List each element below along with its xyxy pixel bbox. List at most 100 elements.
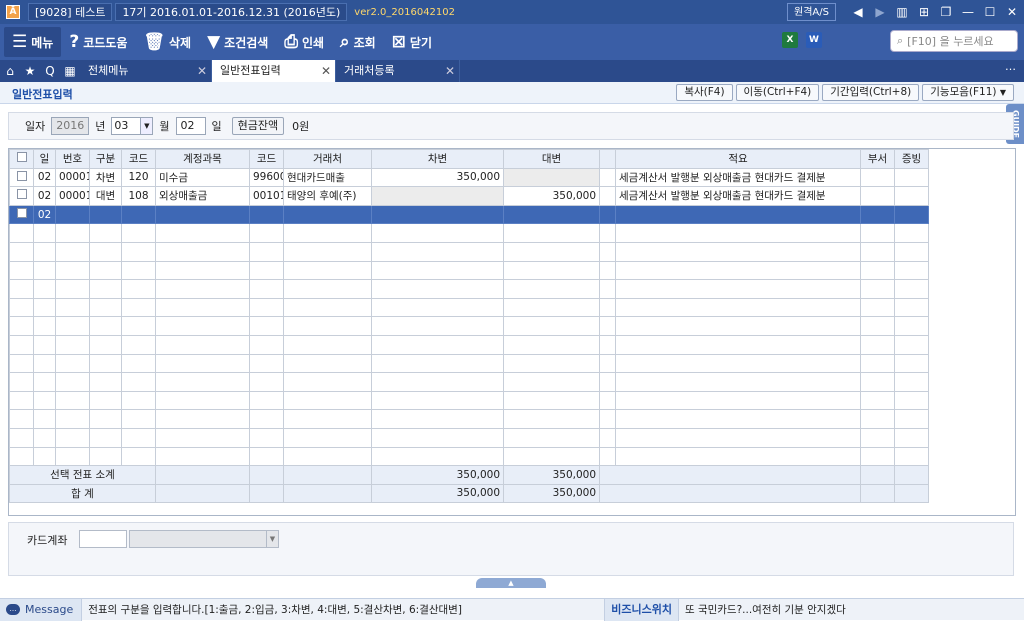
empty-cell[interactable] (860, 409, 895, 429)
window-restore-icon[interactable]: ❐ (938, 4, 954, 20)
empty-cell[interactable] (860, 372, 895, 392)
empty-cell[interactable] (503, 241, 600, 262)
empty-cell[interactable] (155, 279, 250, 299)
cell-memo[interactable] (615, 204, 861, 225)
empty-cell[interactable] (9, 353, 34, 374)
empty-cell[interactable] (503, 353, 600, 374)
empty-cell[interactable] (371, 334, 504, 355)
empty-cell[interactable] (249, 279, 284, 299)
cell-type[interactable] (89, 204, 122, 225)
table-row-empty[interactable] (9, 260, 929, 281)
empty-cell[interactable] (33, 390, 56, 411)
empty-cell[interactable] (599, 427, 616, 448)
empty-cell[interactable] (283, 334, 372, 355)
empty-cell[interactable] (249, 334, 284, 355)
empty-cell[interactable] (9, 279, 34, 299)
empty-cell[interactable] (503, 446, 600, 467)
empty-cell[interactable] (599, 446, 616, 467)
empty-cell[interactable] (894, 446, 929, 467)
empty-cell[interactable] (121, 241, 156, 262)
empty-cell[interactable] (33, 409, 56, 429)
more-tabs-icon[interactable]: … (1005, 60, 1016, 73)
empty-cell[interactable] (121, 409, 156, 429)
empty-cell[interactable] (894, 223, 929, 243)
empty-cell[interactable] (249, 353, 284, 374)
empty-cell[interactable] (55, 260, 90, 281)
q-search-icon[interactable]: Q (40, 60, 60, 82)
empty-cell[interactable] (615, 372, 861, 392)
maximize-icon[interactable]: ☐ (982, 4, 998, 20)
empty-cell[interactable] (89, 353, 122, 374)
empty-cell[interactable] (503, 409, 600, 429)
empty-cell[interactable] (860, 279, 895, 299)
tab-close-icon[interactable]: ✕ (321, 60, 331, 82)
empty-cell[interactable] (55, 223, 90, 243)
cell-code[interactable] (121, 204, 156, 225)
empty-cell[interactable] (860, 316, 895, 336)
empty-cell[interactable] (9, 241, 34, 262)
empty-cell[interactable] (155, 353, 250, 374)
empty-cell[interactable] (894, 316, 929, 336)
empty-cell[interactable] (121, 427, 156, 448)
empty-cell[interactable] (894, 372, 929, 392)
table-row-empty[interactable] (9, 372, 929, 392)
table-row-empty[interactable] (9, 316, 929, 336)
table-row-empty[interactable] (9, 409, 929, 429)
empty-cell[interactable] (9, 427, 34, 448)
empty-cell[interactable] (121, 334, 156, 355)
table-row-empty[interactable] (9, 446, 929, 467)
empty-cell[interactable] (371, 241, 504, 262)
empty-cell[interactable] (894, 334, 929, 355)
empty-cell[interactable] (155, 316, 250, 336)
empty-cell[interactable] (9, 409, 34, 429)
empty-cell[interactable] (371, 353, 504, 374)
empty-cell[interactable] (283, 241, 372, 262)
empty-cell[interactable] (615, 223, 861, 243)
empty-cell[interactable] (371, 372, 504, 392)
condition-search-button[interactable]: ▼ 조건검색 (199, 27, 276, 57)
empty-cell[interactable] (155, 241, 250, 262)
cell-evidence[interactable] (894, 167, 929, 188)
cell-dept[interactable] (860, 167, 895, 188)
card-account-code-field[interactable] (79, 530, 127, 548)
empty-cell[interactable] (155, 260, 250, 281)
business-ticker[interactable]: 또 국민카드?...여전히 기분 안지겠다 (679, 602, 846, 617)
empty-cell[interactable] (599, 390, 616, 411)
empty-cell[interactable] (503, 279, 600, 299)
table-row-empty[interactable] (9, 297, 929, 318)
empty-cell[interactable] (371, 223, 504, 243)
forward-arrow-icon[interactable]: ▶ (872, 4, 888, 20)
month-select[interactable]: 03 ▼ (111, 117, 154, 135)
empty-cell[interactable] (121, 279, 156, 299)
empty-cell[interactable] (599, 260, 616, 281)
cell-dept[interactable] (860, 186, 895, 206)
tab-all-menu[interactable]: 전체메뉴 ✕ (80, 60, 212, 82)
empty-cell[interactable] (860, 260, 895, 281)
empty-cell[interactable] (371, 390, 504, 411)
empty-cell[interactable] (615, 297, 861, 318)
period-input-button[interactable]: 기간입력(Ctrl+8) (822, 84, 920, 101)
empty-cell[interactable] (155, 223, 250, 243)
empty-cell[interactable] (283, 446, 372, 467)
card-account-select[interactable]: ▼ (129, 530, 279, 548)
empty-cell[interactable] (55, 372, 90, 392)
empty-cell[interactable] (33, 353, 56, 374)
empty-cell[interactable] (615, 241, 861, 262)
empty-cell[interactable] (860, 241, 895, 262)
empty-cell[interactable] (55, 390, 90, 411)
tab-close-icon[interactable]: ✕ (445, 60, 455, 82)
table-row-empty[interactable] (9, 223, 929, 243)
panel-expand-handle[interactable]: ▲ (476, 578, 546, 588)
empty-cell[interactable] (371, 427, 504, 448)
table-row[interactable]: 02 00001 차변 120 미수금 99600 현대카드매출 350,000… (9, 167, 929, 188)
cell-account[interactable] (155, 204, 250, 225)
empty-cell[interactable] (89, 446, 122, 467)
empty-cell[interactable] (894, 353, 929, 374)
table-row-empty[interactable] (9, 279, 929, 299)
empty-cell[interactable] (599, 372, 616, 392)
table-row-empty[interactable] (9, 427, 929, 448)
empty-cell[interactable] (503, 297, 600, 318)
empty-cell[interactable] (155, 372, 250, 392)
empty-cell[interactable] (89, 372, 122, 392)
empty-cell[interactable] (33, 241, 56, 262)
